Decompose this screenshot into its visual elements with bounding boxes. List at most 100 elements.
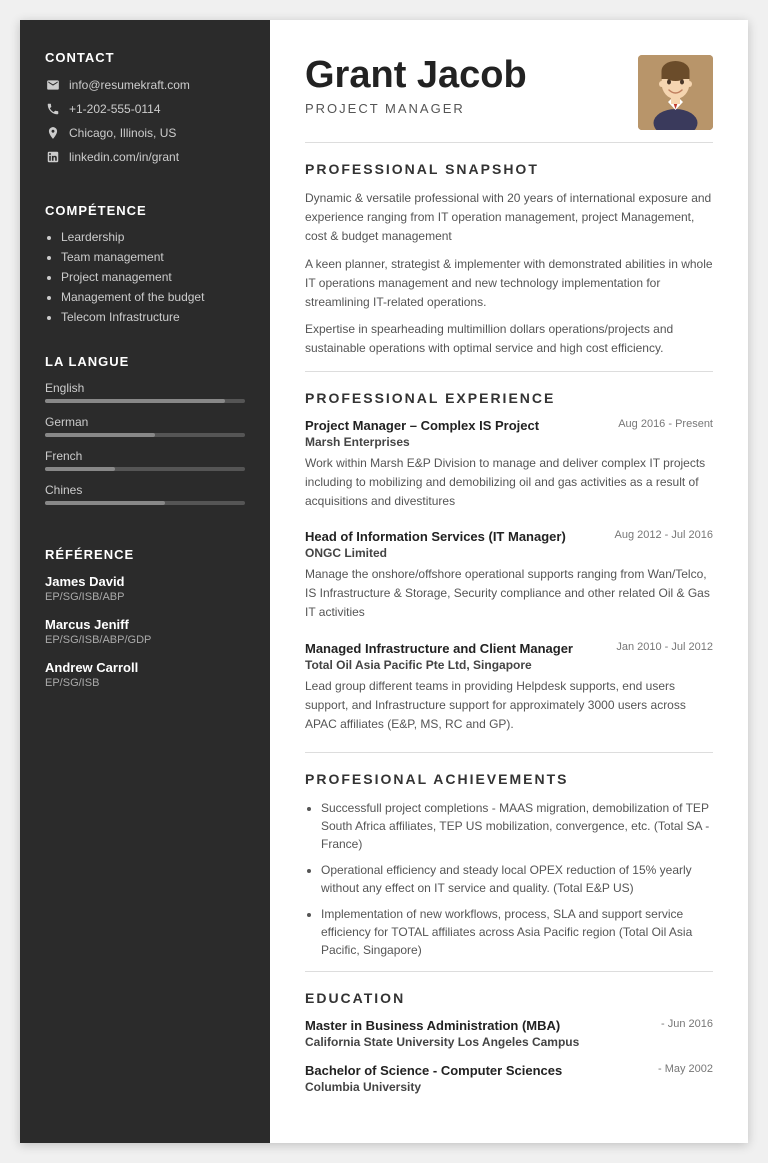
- email-value: info@resumekraft.com: [69, 78, 190, 92]
- reference-james-name: James David: [45, 574, 245, 589]
- reference-title: RÉFÉRENCE: [45, 547, 245, 562]
- edu-date-2: - May 2002: [658, 1063, 713, 1075]
- reference-marcus-name: Marcus Jeniff: [45, 617, 245, 632]
- header-divider: [305, 142, 713, 143]
- reference-andrew-name: Andrew Carroll: [45, 660, 245, 675]
- snapshot-divider: [305, 371, 713, 372]
- experience-entry-2: Head of Information Services (IT Manager…: [305, 529, 713, 623]
- header-section: Grant Jacob PROJECT MANAGER: [305, 55, 713, 130]
- location-value: Chicago, Illinois, US: [69, 126, 176, 140]
- exp-company-2: ONGC Limited: [305, 546, 713, 560]
- language-french-bar-bg: [45, 467, 245, 471]
- snapshot-para-1: Dynamic & versatile professional with 20…: [305, 189, 713, 247]
- snapshot-para-2: A keen planner, strategist & implementer…: [305, 255, 713, 313]
- exp-title-1: Project Manager – Complex IS Project: [305, 418, 539, 433]
- candidate-name: Grant Jacob: [305, 55, 527, 97]
- job-title: PROJECT MANAGER: [305, 101, 527, 116]
- language-chines: Chines: [45, 483, 245, 505]
- experience-entry-3: Managed Infrastructure and Client Manage…: [305, 641, 713, 735]
- phone-value: +1-202-555-0114: [69, 102, 161, 116]
- edu-degree-2: Bachelor of Science - Computer Sciences: [305, 1063, 562, 1078]
- linkedin-icon: [45, 149, 61, 165]
- edu-date-1: - Jun 2016: [661, 1018, 713, 1030]
- location-item: Chicago, Illinois, US: [45, 125, 245, 141]
- edu-header-2: Bachelor of Science - Computer Sciences …: [305, 1063, 713, 1078]
- reference-marcus-detail: EP/SG/ISB/ABP/GDP: [45, 634, 245, 646]
- avatar: [638, 55, 713, 130]
- contact-section: CONTACT info@resumekraft.com +1-202-555-…: [45, 50, 245, 173]
- main-content: Grant Jacob PROJECT MANAGER: [270, 20, 748, 1143]
- snapshot-para-3: Expertise in spearheading multimillion d…: [305, 320, 713, 358]
- competence-section: COMPÉTENCE Leardership Team management P…: [45, 203, 245, 324]
- edu-school-1: California State University Los Angeles …: [305, 1035, 713, 1049]
- email-icon: [45, 77, 61, 93]
- reference-james-detail: EP/SG/ISB/ABP: [45, 591, 245, 603]
- competence-item: Management of the budget: [61, 290, 245, 304]
- location-icon: [45, 125, 61, 141]
- edu-header-1: Master in Business Administration (MBA) …: [305, 1018, 713, 1033]
- email-item: info@resumekraft.com: [45, 77, 245, 93]
- language-english-name: English: [45, 381, 245, 395]
- language-english-bar-fill: [45, 399, 225, 403]
- language-section: LA LANGUE English German French: [45, 354, 245, 517]
- exp-header-3: Managed Infrastructure and Client Manage…: [305, 641, 713, 656]
- education-entry-1: Master in Business Administration (MBA) …: [305, 1018, 713, 1049]
- language-chines-name: Chines: [45, 483, 245, 497]
- language-german-bar-fill: [45, 433, 155, 437]
- achievement-item-3: Implementation of new workflows, process…: [321, 905, 713, 959]
- reference-andrew-detail: EP/SG/ISB: [45, 677, 245, 689]
- reference-section: RÉFÉRENCE James David EP/SG/ISB/ABP Marc…: [45, 547, 245, 703]
- language-german-name: German: [45, 415, 245, 429]
- snapshot-section: PROFESSIONAL SNAPSHOT Dynamic & versatil…: [305, 161, 713, 359]
- education-section: EDUCATION Master in Business Administrat…: [305, 990, 713, 1094]
- competence-list: Leardership Team management Project mana…: [45, 230, 245, 324]
- exp-header-2: Head of Information Services (IT Manager…: [305, 529, 713, 544]
- exp-desc-2: Manage the onshore/offshore operational …: [305, 565, 713, 623]
- achievement-item-2: Operational efficiency and steady local …: [321, 861, 713, 897]
- language-german: German: [45, 415, 245, 437]
- education-heading: EDUCATION: [305, 990, 713, 1006]
- language-chines-bar-fill: [45, 501, 165, 505]
- linkedin-value: linkedin.com/in/grant: [69, 150, 179, 164]
- exp-desc-1: Work within Marsh E&P Division to manage…: [305, 454, 713, 512]
- education-entry-2: Bachelor of Science - Computer Sciences …: [305, 1063, 713, 1094]
- language-french-name: French: [45, 449, 245, 463]
- resume-wrapper: CONTACT info@resumekraft.com +1-202-555-…: [20, 20, 748, 1143]
- contact-title: CONTACT: [45, 50, 245, 65]
- reference-james: James David EP/SG/ISB/ABP: [45, 574, 245, 603]
- exp-company-1: Marsh Enterprises: [305, 435, 713, 449]
- exp-date-3: Jan 2010 - Jul 2012: [616, 641, 713, 653]
- edu-school-2: Columbia University: [305, 1080, 713, 1094]
- language-english: English: [45, 381, 245, 403]
- experience-divider: [305, 752, 713, 753]
- linkedin-item: linkedin.com/in/grant: [45, 149, 245, 165]
- exp-date-1: Aug 2016 - Present: [618, 418, 713, 430]
- language-french: French: [45, 449, 245, 471]
- competence-item: Team management: [61, 250, 245, 264]
- experience-entry-1: Project Manager – Complex IS Project Aug…: [305, 418, 713, 512]
- exp-date-2: Aug 2012 - Jul 2016: [615, 529, 713, 541]
- achievements-list: Successfull project completions - MAAS m…: [305, 799, 713, 959]
- language-french-bar-fill: [45, 467, 115, 471]
- exp-company-3: Total Oil Asia Pacific Pte Ltd, Singapor…: [305, 658, 713, 672]
- competence-title: COMPÉTENCE: [45, 203, 245, 218]
- language-english-bar-bg: [45, 399, 245, 403]
- exp-desc-3: Lead group different teams in providing …: [305, 677, 713, 735]
- experience-section: PROFESSIONAL EXPERIENCE Project Manager …: [305, 390, 713, 735]
- experience-heading: PROFESSIONAL EXPERIENCE: [305, 390, 713, 406]
- achievement-item-1: Successfull project completions - MAAS m…: [321, 799, 713, 853]
- edu-degree-1: Master in Business Administration (MBA): [305, 1018, 560, 1033]
- phone-icon: [45, 101, 61, 117]
- exp-title-2: Head of Information Services (IT Manager…: [305, 529, 566, 544]
- exp-header-1: Project Manager – Complex IS Project Aug…: [305, 418, 713, 433]
- achievements-heading: PROFESIONAL ACHIEVEMENTS: [305, 771, 713, 787]
- phone-item: +1-202-555-0114: [45, 101, 245, 117]
- achievements-divider: [305, 971, 713, 972]
- reference-marcus: Marcus Jeniff EP/SG/ISB/ABP/GDP: [45, 617, 245, 646]
- language-chines-bar-bg: [45, 501, 245, 505]
- competence-item: Leardership: [61, 230, 245, 244]
- reference-andrew: Andrew Carroll EP/SG/ISB: [45, 660, 245, 689]
- exp-title-3: Managed Infrastructure and Client Manage…: [305, 641, 573, 656]
- sidebar: CONTACT info@resumekraft.com +1-202-555-…: [20, 20, 270, 1143]
- name-block: Grant Jacob PROJECT MANAGER: [305, 55, 527, 116]
